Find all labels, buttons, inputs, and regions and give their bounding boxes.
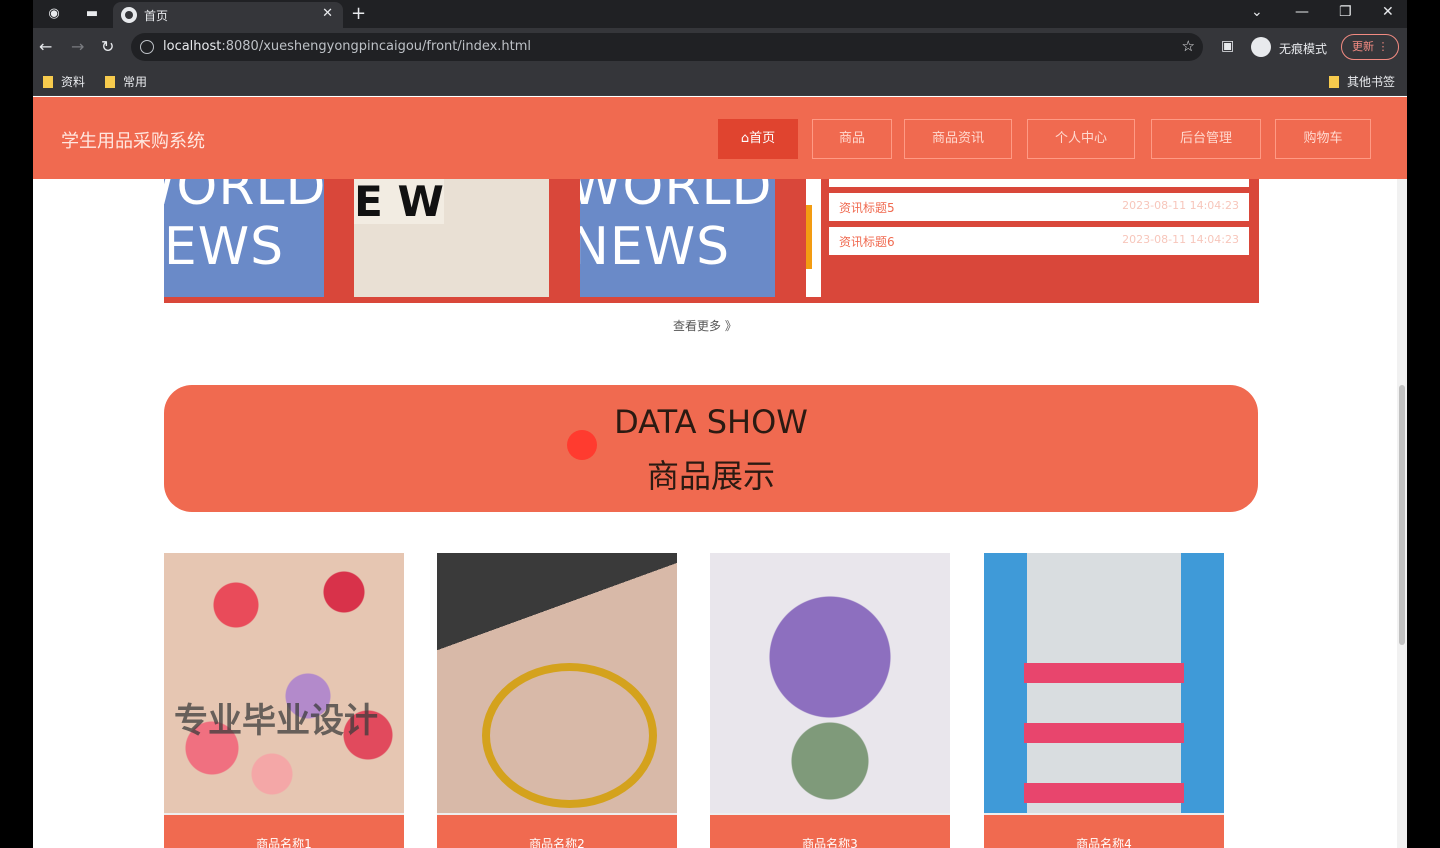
bookmark-folder-ziliao[interactable]: 资料 xyxy=(43,73,85,90)
news-row[interactable]: 资讯标题5 2023-08-11 14:04:23 xyxy=(829,193,1249,221)
nav-products[interactable]: 商品 xyxy=(812,119,892,159)
nav-cart[interactable]: 购物车 xyxy=(1275,119,1371,159)
nav-home[interactable]: ⌂首页 xyxy=(718,119,798,159)
scrollbar-thumb[interactable] xyxy=(1399,385,1405,645)
shelf-shape xyxy=(1024,723,1184,743)
bookmark-star-icon[interactable]: ☆ xyxy=(1182,37,1195,55)
chevron-down-icon[interactable]: ⌄ xyxy=(1251,4,1263,20)
product-image[interactable] xyxy=(437,553,677,813)
shelf-shape xyxy=(1024,663,1184,683)
news-image-3[interactable]: WORLD NEWS xyxy=(580,179,775,297)
side-panel-icon[interactable]: ▣ xyxy=(1221,38,1234,54)
view-more-link[interactable]: 查看更多 》 xyxy=(673,317,737,334)
favicon-icon xyxy=(121,7,137,23)
news-scroll-indicator xyxy=(806,179,821,297)
product-card-3[interactable]: 商品名称3 xyxy=(710,553,950,848)
back-icon[interactable]: ← xyxy=(39,37,52,56)
nav-admin[interactable]: 后台管理 xyxy=(1151,119,1261,159)
close-icon[interactable]: ✕ xyxy=(322,6,333,21)
nav-news[interactable]: 商品资讯 xyxy=(904,119,1012,159)
bookmark-folder-other[interactable]: 其他书签 xyxy=(1329,73,1395,90)
window-close-icon[interactable]: ✕ xyxy=(1382,4,1394,20)
info-icon[interactable] xyxy=(140,40,154,54)
tab-title: 首页 xyxy=(144,9,169,23)
watermark-text: 专业毕业设计 xyxy=(174,701,378,741)
product-name: 商品名称2 xyxy=(437,815,677,848)
news-image-2[interactable]: E W xyxy=(354,179,549,297)
site-navbar: 学生用品采购系统 ⌂首页 商品 商品资讯 个人中心 后台管理 购物车 xyxy=(33,97,1407,179)
restore-icon[interactable]: ❐ xyxy=(1339,4,1352,20)
news-row-partial xyxy=(829,179,1249,187)
news-image-text: WORLD NEWS xyxy=(580,179,773,277)
product-name: 商品名称1 xyxy=(164,815,404,848)
web-page: 学生用品采购系统 ⌂首页 商品 商品资讯 个人中心 后台管理 购物车 WORLD… xyxy=(33,97,1407,848)
browser-toolbar: ← → ↻ localhost:8080/xueshengyongpincaig… xyxy=(33,28,1407,66)
news-row[interactable]: 资讯标题6 2023-08-11 14:04:23 xyxy=(829,227,1249,255)
nav-profile[interactable]: 个人中心 xyxy=(1027,119,1135,159)
page-scrollbar[interactable] xyxy=(1397,97,1407,848)
news-title: 资讯标题6 xyxy=(839,235,895,249)
minimize-icon[interactable]: — xyxy=(1295,4,1309,20)
news-image-1[interactable]: WORLD NEWS xyxy=(164,179,324,297)
bookmark-folder-changyong[interactable]: 常用 xyxy=(105,73,147,90)
product-image[interactable] xyxy=(710,553,950,813)
update-button[interactable]: 更新 ⋮ xyxy=(1341,34,1399,60)
shelf-shape xyxy=(1024,783,1184,803)
data-show-header: DATA SHOW 商品展示 xyxy=(164,385,1258,512)
bangle-shape xyxy=(482,663,657,808)
folder-icon xyxy=(1329,76,1339,88)
incognito-label: 无痕模式 xyxy=(1279,42,1328,56)
product-card-4[interactable]: 商品名称4 xyxy=(984,553,1224,848)
address-bar[interactable]: localhost:8080/xueshengyongpincaigou/fro… xyxy=(131,33,1203,61)
news-date: 2023-08-11 14:04:23 xyxy=(1122,233,1239,246)
browser-window: ◉ ▬ 首页 ✕ + ⌄ — ❐ ✕ ← → ↻ localhost:8080/… xyxy=(33,0,1407,848)
tab-home[interactable]: 首页 ✕ xyxy=(113,2,343,28)
site-title: 学生用品采购系统 xyxy=(61,131,205,152)
product-name: 商品名称4 xyxy=(984,815,1224,848)
product-card-2[interactable]: 商品名称2 xyxy=(437,553,677,848)
new-tab-icon[interactable]: + xyxy=(351,3,366,24)
bookmarks-bar: 资料 常用 其他书签 xyxy=(33,66,1407,96)
globe-icon[interactable]: ◉ xyxy=(45,5,63,23)
product-card-1[interactable]: 专业毕业设计 商品名称1 xyxy=(164,553,404,848)
news-date: 2023-08-11 14:04:23 xyxy=(1122,199,1239,212)
tab-search-icon[interactable]: ▬ xyxy=(83,5,101,23)
folder-icon xyxy=(105,76,115,88)
news-banner: WORLD NEWS E W WORLD NEWS 资讯标题5 2023-08-… xyxy=(164,179,1259,303)
product-image[interactable] xyxy=(164,553,404,813)
product-name: 商品名称3 xyxy=(710,815,950,848)
folder-icon xyxy=(43,76,53,88)
data-show-cn-title: 商品展示 xyxy=(646,457,775,495)
forward-icon[interactable]: → xyxy=(71,37,84,56)
reload-icon[interactable]: ↻ xyxy=(101,37,114,56)
screen-border-left xyxy=(0,0,33,848)
news-title: 资讯标题5 xyxy=(839,201,895,215)
url-text[interactable]: localhost:8080/xueshengyongpincaigou/fro… xyxy=(163,39,531,54)
incognito-icon[interactable] xyxy=(1251,37,1271,57)
screen-border-right xyxy=(1407,0,1440,848)
news-image-text: E W xyxy=(354,179,444,226)
data-show-en-title: DATA SHOW xyxy=(614,403,808,441)
product-image[interactable] xyxy=(984,553,1224,813)
news-image-text: WORLD NEWS xyxy=(164,179,324,277)
tab-strip: ◉ ▬ 首页 ✕ + ⌄ — ❐ ✕ xyxy=(33,0,1407,28)
